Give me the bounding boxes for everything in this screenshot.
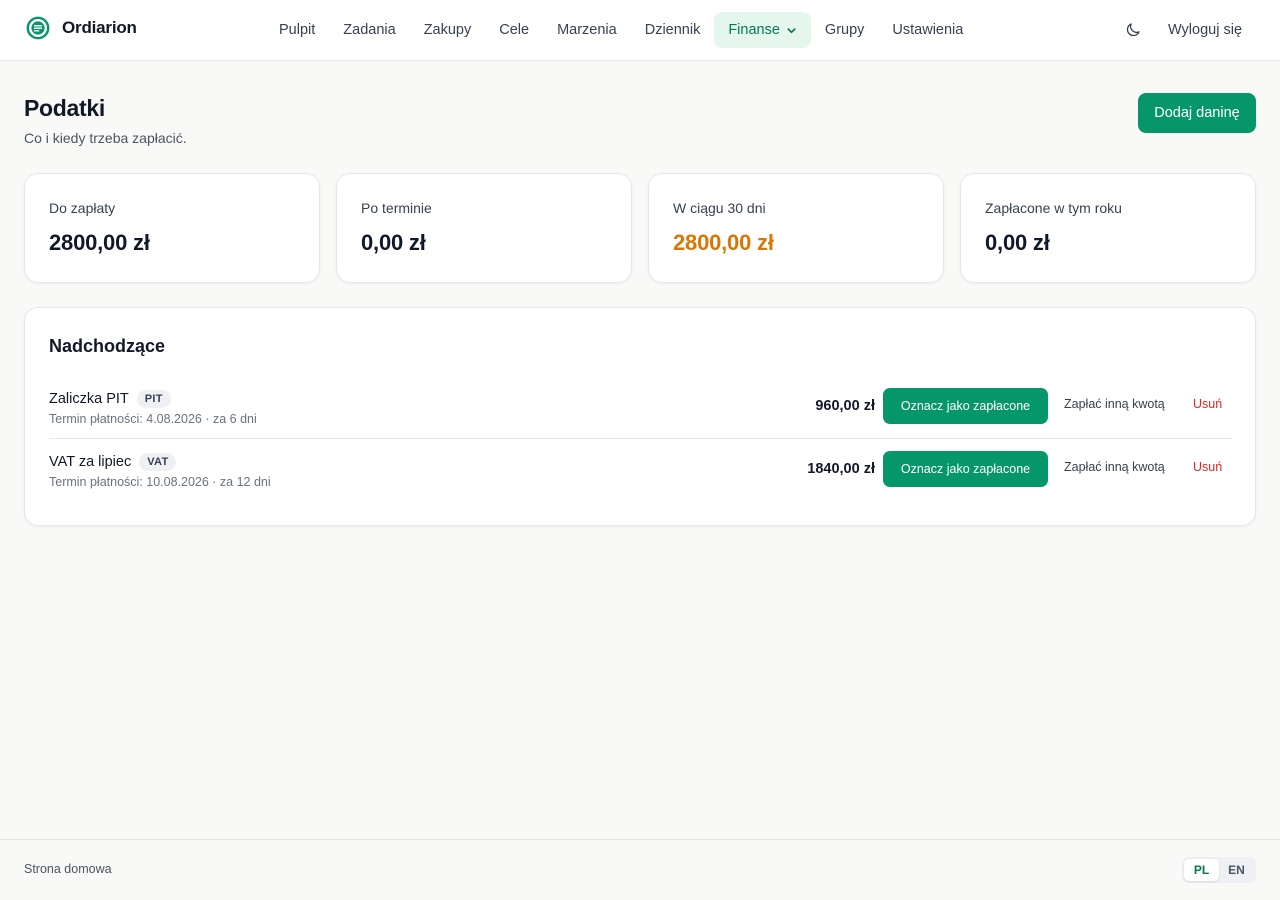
home-page-link[interactable]: Strona domowa — [24, 862, 112, 876]
nav-item-zadania[interactable]: Zadania — [329, 12, 409, 48]
upcoming-panel: Nadchodzące Zaliczka PIT PIT Termin płat… — [24, 307, 1256, 526]
nav-item-pulpit[interactable]: Pulpit — [265, 12, 329, 48]
app-name: Ordiarion — [62, 17, 137, 37]
add-tax-button[interactable]: Dodaj daninę — [1138, 93, 1256, 133]
lang-button-en[interactable]: EN — [1219, 859, 1254, 881]
stat-label: Zapłacone w tym roku — [985, 200, 1122, 216]
tax-name: Zaliczka PIT PIT — [49, 389, 171, 409]
tax-amount: 1840,00 zł — [807, 461, 875, 477]
tax-name: VAT za lipiec VAT — [49, 452, 177, 472]
stat-label: Do zapłaty — [49, 200, 116, 216]
tax-name-text: VAT za lipiec — [49, 454, 132, 470]
page-title: Podatki — [24, 95, 105, 121]
stat-value: 0,00 zł — [985, 230, 1050, 255]
moon-icon — [1126, 23, 1140, 37]
nav-item-zakupy[interactable]: Zakupy — [410, 12, 486, 48]
tax-amount: 960,00 zł — [815, 398, 875, 414]
app-logo[interactable]: Ordiarion — [26, 15, 137, 40]
stat-label: W ciągu 30 dni — [673, 200, 766, 216]
stat-card-next-30-days: W ciągu 30 dni 2800,00 zł — [648, 173, 944, 283]
page-subtitle: Co i kiedy trzeba zapłacić. — [24, 130, 187, 146]
stat-card-due: Do zapłaty 2800,00 zł — [24, 173, 320, 283]
pay-other-amount-button[interactable]: Zapłać inną kwotą — [1064, 397, 1165, 415]
nav-item-ustawienia[interactable]: Ustawienia — [878, 12, 977, 48]
tax-row: VAT za lipiec VAT Termin płatności: 10.0… — [49, 439, 1232, 502]
nav-item-marzenia[interactable]: Marzenia — [543, 12, 631, 48]
nav-item-cele[interactable]: Cele — [485, 12, 543, 48]
tax-type-badge: PIT — [136, 390, 171, 408]
stat-value: 2800,00 zł — [673, 230, 774, 255]
nav-item-finanse-label: Finanse — [728, 22, 780, 38]
nav-item-dziennik[interactable]: Dziennik — [631, 12, 715, 48]
stat-card-paid-this-year: Zapłacone w tym roku 0,00 zł — [960, 173, 1256, 283]
language-switcher: PL EN — [1182, 857, 1256, 883]
delete-button[interactable]: Usuń — [1193, 397, 1222, 415]
nav-item-finanse[interactable]: Finanse — [714, 12, 811, 48]
logout-button[interactable]: Wyloguj się — [1168, 19, 1242, 41]
tax-due-date: Termin płatności: 10.08.2026 · za 12 dni — [49, 475, 271, 489]
nav-item-grupy[interactable]: Grupy — [811, 12, 879, 48]
list-circle-icon — [26, 16, 50, 39]
pay-other-amount-button[interactable]: Zapłać inną kwotą — [1064, 460, 1165, 478]
stat-value: 0,00 zł — [361, 230, 426, 255]
main-nav: Pulpit Zadania Zakupy Cele Marzenia Dzie… — [265, 12, 977, 48]
top-navbar: Ordiarion Pulpit Zadania Zakupy Cele Mar… — [0, 0, 1280, 61]
stat-value: 2800,00 zł — [49, 230, 150, 255]
stat-label: Po terminie — [361, 200, 432, 216]
theme-toggle-button[interactable] — [1122, 19, 1144, 41]
stat-card-overdue: Po terminie 0,00 zł — [336, 173, 632, 283]
mark-paid-button[interactable]: Oznacz jako zapłacone — [883, 388, 1048, 424]
mark-paid-button[interactable]: Oznacz jako zapłacone — [883, 451, 1048, 487]
lang-button-pl[interactable]: PL — [1184, 859, 1219, 881]
chevron-down-icon — [787, 27, 796, 33]
tax-type-badge: VAT — [139, 453, 177, 471]
tax-name-text: Zaliczka PIT — [49, 391, 129, 407]
footer: Strona domowa PL EN — [0, 839, 1280, 900]
delete-button[interactable]: Usuń — [1193, 460, 1222, 478]
tax-row: Zaliczka PIT PIT Termin płatności: 4.08.… — [49, 376, 1232, 439]
panel-title: Nadchodzące — [49, 336, 166, 356]
tax-due-date: Termin płatności: 4.08.2026 · za 6 dni — [49, 412, 257, 426]
